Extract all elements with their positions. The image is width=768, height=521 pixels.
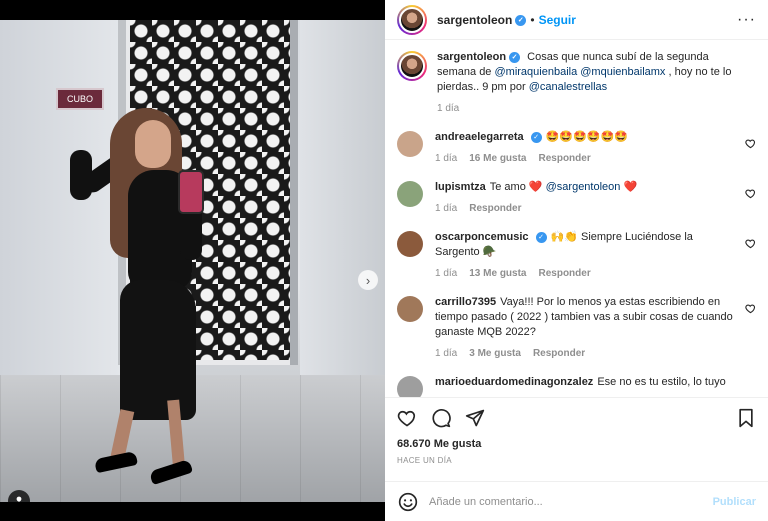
post-modal: CUBO › sargentoleon ✓ • Seguir ··· sarge…: [0, 0, 768, 521]
face: [135, 120, 171, 168]
comment-meta: 1 día 13 Me gusta Responder: [435, 266, 734, 281]
comment-text-after: ❤️: [620, 181, 638, 193]
smiley-icon[interactable]: [397, 491, 419, 513]
caption-mention-canalestrellas[interactable]: @canalestrellas: [529, 81, 607, 93]
comment-time[interactable]: 1 día: [435, 151, 457, 166]
wall-left: [0, 20, 120, 380]
comment-like-heart-icon[interactable]: [745, 138, 756, 152]
more-options-icon[interactable]: ···: [737, 11, 756, 29]
action-icons: [397, 406, 756, 430]
reply-button[interactable]: Responder: [539, 151, 591, 166]
author-username[interactable]: sargentoleon ✓: [437, 13, 527, 27]
comment-time[interactable]: 1 día: [435, 201, 457, 216]
follow-button[interactable]: Seguir: [539, 13, 576, 27]
comment-meta: 1 día 3 Me gusta Responder: [435, 346, 734, 361]
wall-right: [300, 20, 385, 400]
caption-mention-miraquienbaila[interactable]: @miraquienbaila: [494, 66, 577, 78]
comment-body: lupismtza Te amo ❤️ @sargentoleon ❤️ 1 día…: [435, 180, 756, 216]
comment-item: oscarponcemusic ✓ 🙌👏 Siempre Luciéndose la…: [397, 230, 756, 281]
heart-icon[interactable]: [397, 408, 417, 428]
chevron-right-icon: ›: [365, 272, 371, 288]
comment-container: andreaelegarreta ✓ 🤩🤩🤩🤩🤩🤩 1 día 16 Me gusta R…: [397, 130, 756, 397]
caption-author-avatar[interactable]: [397, 51, 427, 81]
comment-text: 🤩🤩🤩🤩🤩🤩: [545, 131, 628, 143]
comment-item: carrillo7395 Vaya!!! Por lo menos ya esta…: [397, 295, 756, 361]
comment-body: marioeduardomedinagonzalez Ese no es tu e…: [435, 375, 756, 390]
comment-like-heart-icon[interactable]: [745, 238, 756, 252]
verified-badge-icon: ✓: [535, 231, 547, 243]
user-tag-icon: [16, 496, 22, 502]
post-photo-area: CUBO ›: [0, 0, 385, 521]
verified-badge-icon: ✓: [515, 14, 527, 26]
comment-username[interactable]: carrillo7395: [435, 296, 496, 308]
door-sign: CUBO: [56, 88, 104, 110]
comment-meta: 1 día Responder: [435, 201, 734, 216]
post-date[interactable]: HACE UN DÍA: [397, 456, 756, 465]
header-separator: •: [530, 12, 535, 27]
post-caption: sargentoleon ✓ Cosas que nunca subí de la…: [397, 50, 756, 116]
comment-avatar[interactable]: [397, 376, 423, 397]
caption-meta: 1 día: [437, 101, 734, 116]
comment-body: andreaelegarreta ✓ 🤩🤩🤩🤩🤩🤩 1 día 16 Me gusta R…: [435, 130, 756, 166]
dress-skirt: [120, 280, 196, 420]
comment-item: andreaelegarreta ✓ 🤩🤩🤩🤩🤩🤩 1 día 16 Me gusta R…: [397, 130, 756, 166]
comment-likes[interactable]: 16 Me gusta: [469, 151, 526, 166]
comments-list[interactable]: sargentoleon ✓ Cosas que nunca subí de la…: [385, 40, 768, 397]
likes-count[interactable]: 68.670 Me gusta: [397, 438, 756, 450]
comment-text: Te amo ❤️: [489, 181, 546, 193]
comment-text: Ese no es tu estilo, lo tuyo: [597, 376, 726, 388]
caption-username[interactable]: sargentoleon ✓: [437, 51, 521, 63]
comment-icon[interactable]: [431, 408, 451, 428]
next-image-button[interactable]: ›: [358, 270, 378, 290]
comment-item: lupismtza Te amo ❤️ @sargentoleon ❤️ 1 día…: [397, 180, 756, 216]
comment-mention[interactable]: @sargentoleon: [546, 181, 621, 193]
comment-input[interactable]: [429, 495, 713, 508]
comment-avatar[interactable]: [397, 181, 423, 207]
comment-avatar[interactable]: [397, 296, 423, 322]
comment-body: oscarponcemusic ✓ 🙌👏 Siempre Luciéndose la…: [435, 230, 756, 281]
caption-time[interactable]: 1 día: [437, 101, 459, 116]
comment-time[interactable]: 1 día: [435, 266, 457, 281]
paper-plane-icon[interactable]: [465, 408, 485, 428]
comment-time[interactable]: 1 día: [435, 346, 457, 361]
comment-meta: 1 día 16 Me gusta Responder: [435, 151, 734, 166]
bookmark-icon[interactable]: [736, 408, 756, 428]
comment-username[interactable]: lupismtza: [435, 181, 486, 193]
post-details-panel: sargentoleon ✓ • Seguir ··· sargentoleon ✓…: [385, 0, 768, 521]
verified-badge-icon: ✓: [509, 51, 521, 63]
comment-avatar[interactable]: [397, 231, 423, 257]
post-photo: CUBO ›: [0, 20, 385, 502]
reply-button[interactable]: Responder: [539, 266, 591, 281]
post-actions: 68.670 Me gusta HACE UN DÍA: [385, 397, 768, 481]
publish-button[interactable]: Publicar: [713, 496, 756, 508]
reply-button[interactable]: Responder: [469, 201, 521, 216]
verified-badge-icon: ✓: [530, 131, 542, 143]
author-avatar[interactable]: [397, 4, 427, 35]
comment-item: marioeduardomedinagonzalez Ese no es tu e…: [397, 375, 756, 397]
raised-arm-lower: [70, 150, 92, 200]
caption-mention-mquienbailamx[interactable]: @mquienbailamx: [580, 66, 665, 78]
reply-button[interactable]: Responder: [533, 346, 585, 361]
comment-like-heart-icon[interactable]: [745, 303, 756, 317]
comment-username[interactable]: oscarponcemusic: [435, 231, 529, 243]
comment-likes[interactable]: 3 Me gusta: [469, 346, 521, 361]
comment-like-heart-icon[interactable]: [745, 188, 756, 202]
comment-username[interactable]: marioeduardomedinagonzalez: [435, 376, 593, 388]
comment-body: carrillo7395 Vaya!!! Por lo menos ya esta…: [435, 295, 756, 361]
post-header: sargentoleon ✓ • Seguir ···: [385, 0, 768, 40]
phone: [178, 170, 204, 214]
add-comment-bar: Publicar: [385, 481, 768, 521]
caption-body: sargentoleon ✓ Cosas que nunca subí de la…: [437, 50, 756, 116]
comment-avatar[interactable]: [397, 131, 423, 157]
comment-likes[interactable]: 13 Me gusta: [469, 266, 526, 281]
comment-username[interactable]: andreaelegarreta: [435, 131, 524, 143]
